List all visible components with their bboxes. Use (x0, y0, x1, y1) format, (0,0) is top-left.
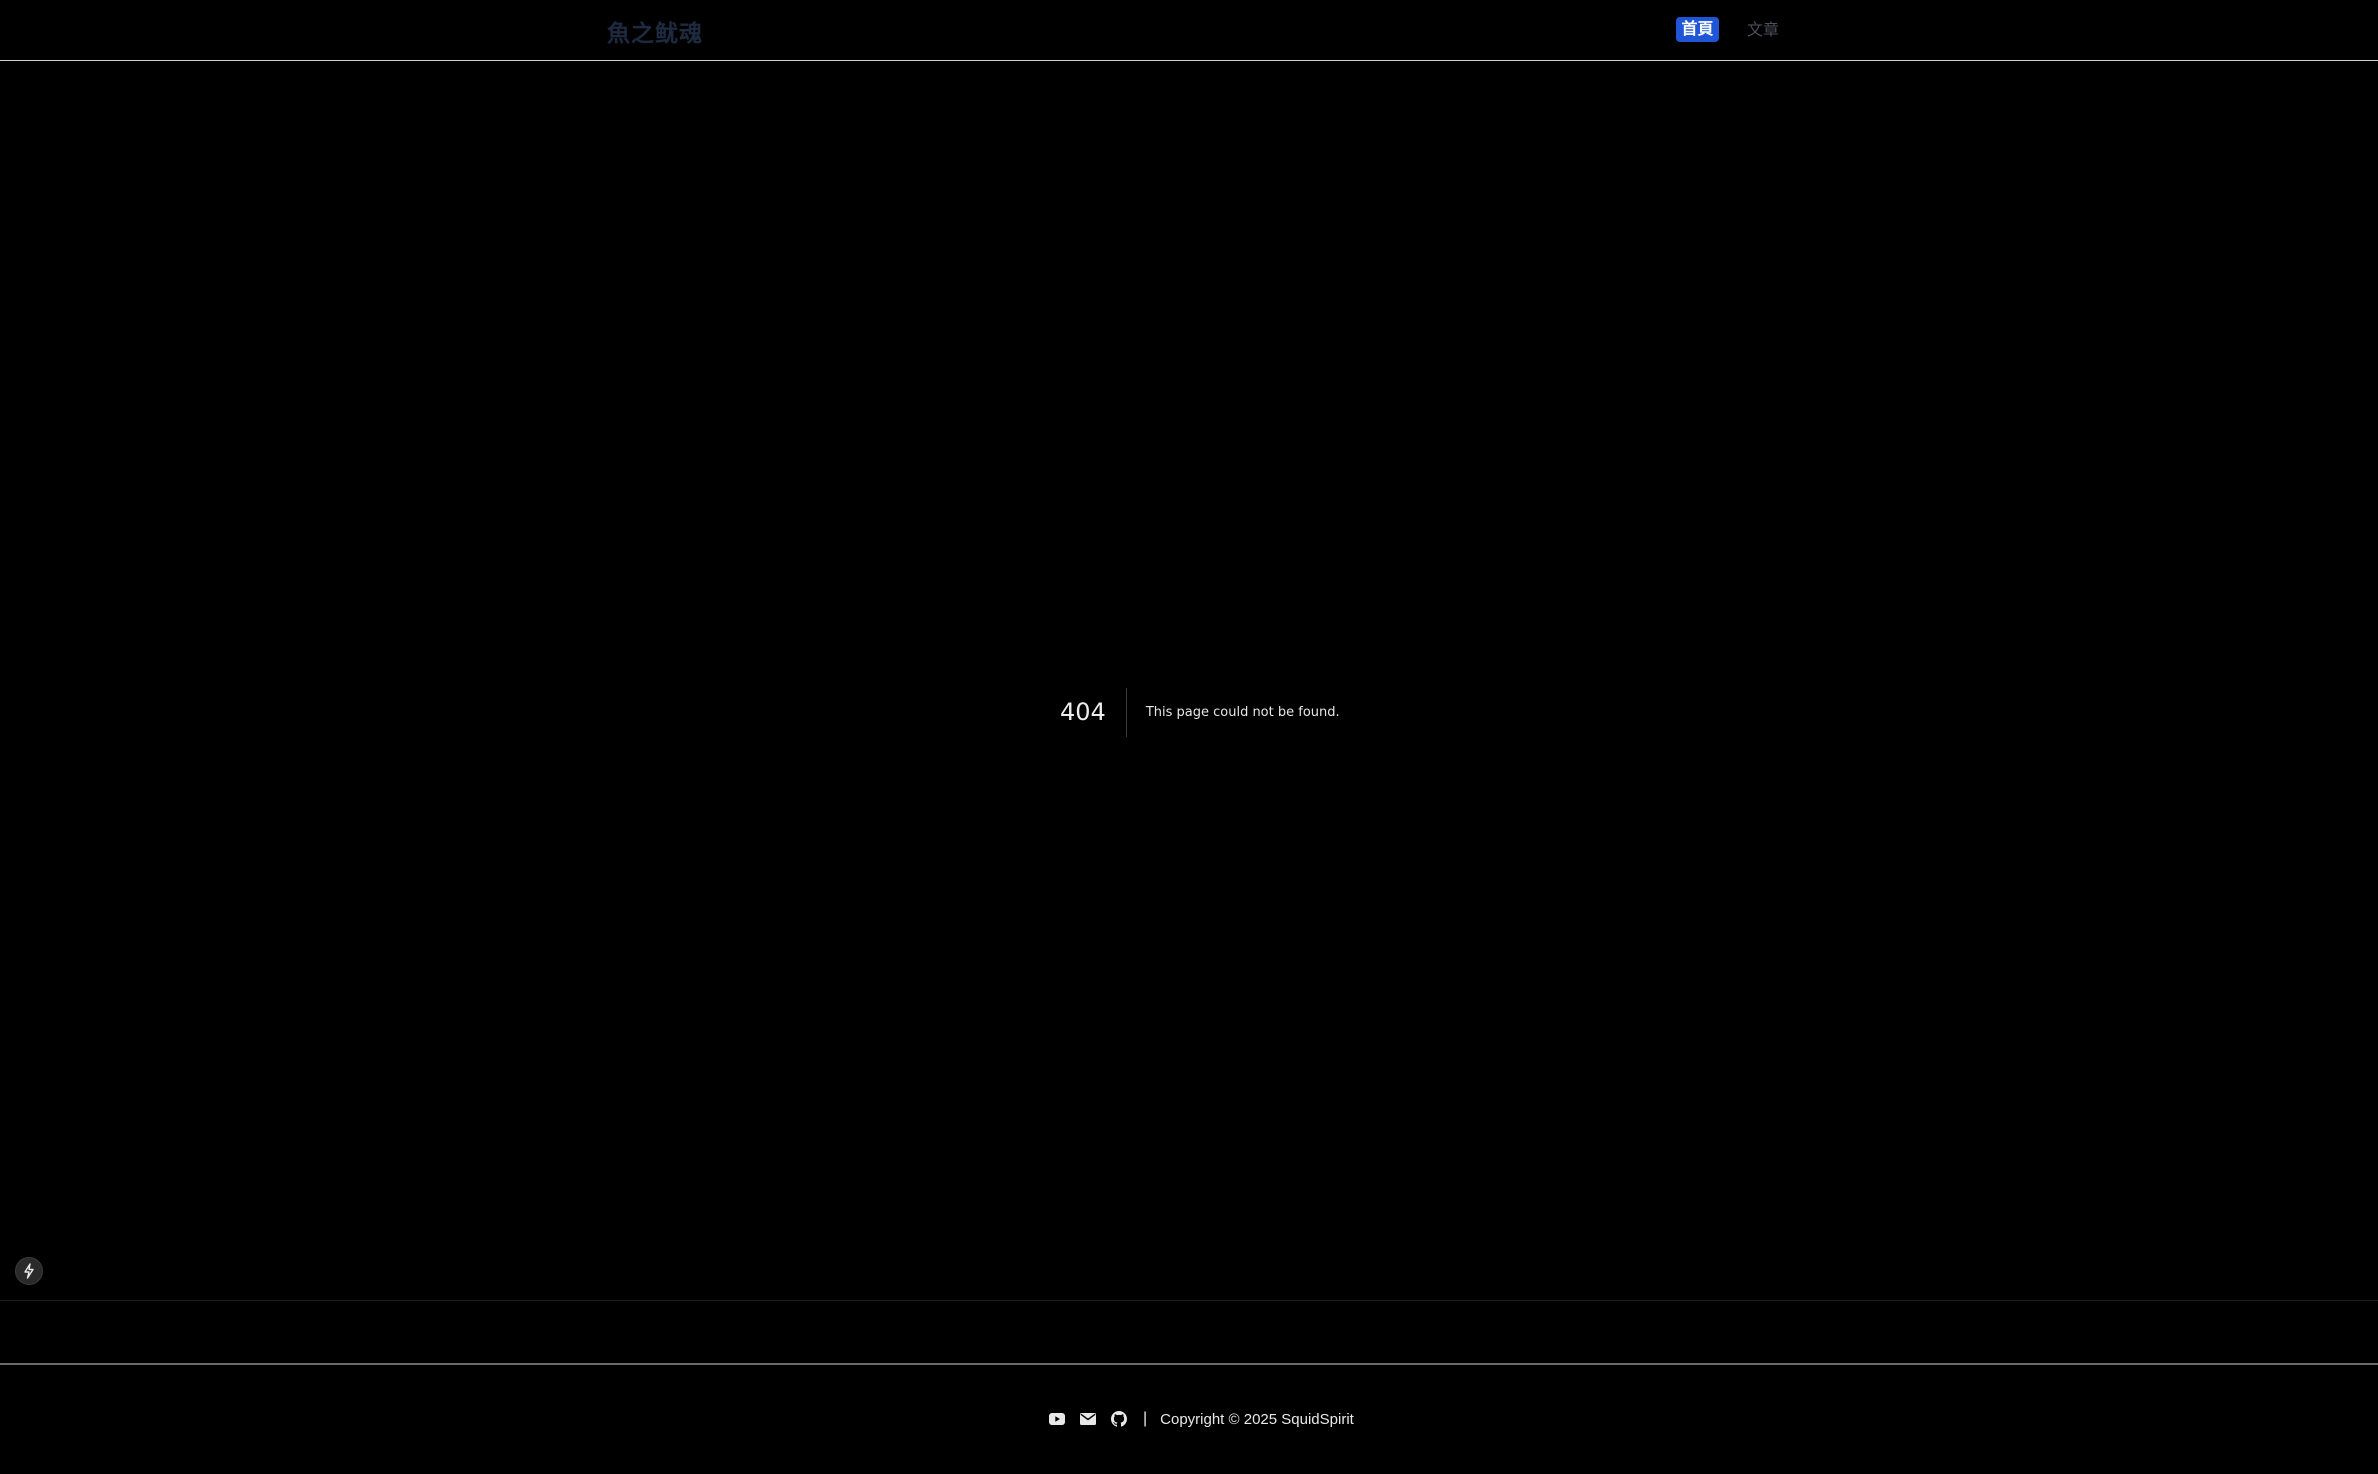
not-found-message: 404 This page could not be found. (1060, 688, 1340, 737)
nav-home-link[interactable]: 首頁 (1676, 17, 1719, 42)
youtube-icon[interactable] (1048, 1410, 1066, 1428)
dev-tools-indicator[interactable] (15, 1257, 43, 1285)
error-code: 404 (1060, 688, 1127, 737)
lightning-icon (24, 1263, 34, 1279)
footer-divider (0, 1363, 2378, 1365)
github-icon[interactable] (1110, 1410, 1128, 1428)
footer-top-divider (0, 1300, 2378, 1301)
error-text: This page could not be found. (1145, 705, 1340, 720)
footer-separator: | (1143, 1410, 1148, 1427)
mail-icon[interactable] (1079, 1410, 1097, 1428)
site-header: 魚之鱿魂 首頁 文章 (0, 0, 2378, 61)
site-footer: | Copyright © 2025 SquidSpirit (1048, 1406, 1354, 1432)
copyright-text: Copyright © 2025 SquidSpirit (1160, 1410, 1354, 1428)
site-brand-link[interactable]: 魚之鱿魂 (607, 14, 703, 48)
nav-articles-link[interactable]: 文章 (1747, 18, 1779, 43)
